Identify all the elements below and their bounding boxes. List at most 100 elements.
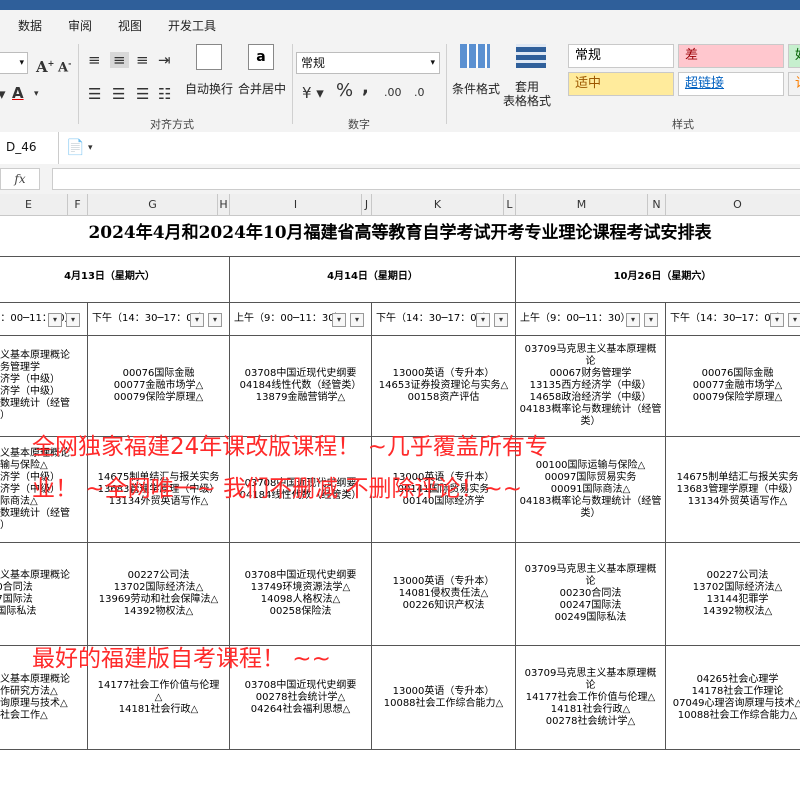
- course-line: 00091国际商法△: [550, 483, 631, 495]
- table-format-button[interactable]: 套用 表格格式: [503, 80, 551, 108]
- exam-cell[interactable]: 00076国际金融 00077金融市场学△ 00079保险学原理△: [88, 336, 230, 437]
- exam-cell[interactable]: 主义基本原理概论30合同法47国际法9国际私法: [0, 543, 88, 646]
- conditional-format-icon[interactable]: [460, 44, 490, 68]
- comma-style-icon[interactable]: ,: [362, 79, 369, 97]
- font-size-combo[interactable]: ▾: [0, 52, 28, 74]
- filter-dropdown-icon[interactable]: ▾: [626, 313, 640, 327]
- column-header[interactable]: N: [648, 194, 666, 216]
- fill-color-icon[interactable]: ▾: [0, 86, 6, 102]
- exam-cell[interactable]: 03709马克思主义基本原理概论 00230合同法 00247国际法 00249国际私…: [516, 543, 666, 646]
- style-good[interactable]: 好: [788, 44, 800, 68]
- font-color-icon[interactable]: A: [12, 85, 24, 101]
- exam-cell[interactable]: 13000英语（专升本） 14081侵权责任法△ 00226知识产权法: [372, 543, 516, 646]
- exam-cell[interactable]: 03708中国近现代史纲要 13749环境资源法学△ 14098人格权法△ 00258…: [230, 543, 372, 646]
- exam-cell[interactable]: 00227公司法 13702国际经济法△ 13969劳动和社会保障法△ 14392物权…: [88, 543, 230, 646]
- course-line: 14177社会工作价值与伦理△: [525, 691, 656, 703]
- course-line: 类）: [580, 507, 601, 519]
- column-header[interactable]: I: [230, 194, 362, 216]
- exam-cell[interactable]: 00227公司法 13702国际经济法△ 13144犯罪学 14392物权法△: [666, 543, 800, 646]
- filter-dropdown-icon[interactable]: ▾: [494, 313, 508, 327]
- exam-cell[interactable]: 13000英语（专升本） 14653证券投资理论与实务△ 00158资产评估: [372, 336, 516, 437]
- merge-center-icon[interactable]: a: [248, 44, 274, 70]
- course-line: 00077金融市场学△: [692, 380, 783, 391]
- exam-cell[interactable]: 00076国际金融 00077金融市场学△ 00079保险学原理△: [666, 336, 800, 437]
- column-header[interactable]: H: [218, 194, 230, 216]
- wrap-text-icon[interactable]: [196, 44, 222, 70]
- filter-dropdown-icon[interactable]: ▾: [476, 313, 490, 327]
- note-icon[interactable]: 📄: [66, 139, 85, 155]
- filter-dropdown-icon[interactable]: ▾: [770, 313, 784, 327]
- percent-icon[interactable]: %: [336, 82, 353, 100]
- indent-icon[interactable]: ⇥: [158, 52, 171, 68]
- style-bad[interactable]: 差: [678, 44, 784, 68]
- exam-cell[interactable]: 14675制单结汇与报关实务 13683管理学原理（中级） 13134外贸英语写作△: [666, 437, 800, 543]
- name-box-bar: D_46 📄 ▾: [0, 132, 800, 165]
- exam-cell[interactable]: 03709马克思主义基本原理概论 14177社会工作价值与伦理△ 14181社会行政…: [516, 646, 666, 750]
- merge-center-button[interactable]: 合并居中: [238, 80, 286, 97]
- conditional-format-button[interactable]: 条件格式: [452, 80, 500, 97]
- style-calculation[interactable]: 计: [788, 72, 800, 96]
- name-box[interactable]: D_46: [6, 140, 37, 154]
- style-normal[interactable]: 常规: [568, 44, 674, 68]
- column-header[interactable]: M: [516, 194, 648, 216]
- course-line: 03708中国近现代史纲要: [244, 570, 357, 581]
- course-line: 00158资产评估: [407, 392, 480, 403]
- exam-cell[interactable]: 03709马克思主义基本原理概论 00067财务管理学 13135西方经济学（中级）…: [516, 336, 666, 437]
- name-box-dropdown-icon[interactable]: ▾: [88, 140, 93, 156]
- decrease-decimal-icon[interactable]: .0: [414, 85, 425, 101]
- tab-data[interactable]: 数据: [18, 17, 42, 34]
- column-header[interactable]: G: [88, 194, 218, 216]
- exam-cell[interactable]: 04265社会心理学 14178社会工作理论 07049心理咨询原理与技术△ 1008…: [666, 646, 800, 750]
- align-top-icon[interactable]: ≡: [88, 52, 101, 68]
- align-left-icon[interactable]: ☰: [88, 86, 101, 102]
- wrap-text-button[interactable]: 自动换行: [185, 80, 233, 97]
- filter-dropdown-icon[interactable]: ▾: [788, 313, 800, 327]
- distribute-icon[interactable]: ☷: [158, 86, 171, 102]
- column-header[interactable]: F: [68, 194, 88, 216]
- tab-developer[interactable]: 开发工具: [168, 17, 216, 34]
- column-header[interactable]: K: [372, 194, 504, 216]
- filter-dropdown-icon[interactable]: ▾: [48, 313, 62, 327]
- align-right-icon[interactable]: ☰: [136, 86, 149, 102]
- fx-button[interactable]: fx: [0, 168, 40, 190]
- filter-dropdown-icon[interactable]: ▾: [350, 313, 364, 327]
- number-format-combo[interactable]: 常规 ▾: [296, 52, 440, 74]
- column-header[interactable]: L: [504, 194, 516, 216]
- decrease-font-icon[interactable]: A-: [58, 55, 71, 76]
- course-line: 工作研究方法△: [0, 685, 58, 697]
- course-line: 00076国际金融: [122, 368, 195, 379]
- filter-dropdown-icon[interactable]: ▾: [190, 313, 204, 327]
- exam-cell[interactable]: 03708中国近现代史纲要 04184线性代数（经管类） 13879金融营销学△: [230, 336, 372, 437]
- increase-font-icon[interactable]: A+: [36, 55, 54, 75]
- exam-cell[interactable]: 主义基本原理概论财务管理学经济学（中级）经济学（中级）与数理统计（经管类）: [0, 336, 88, 437]
- course-line: 00247国际法: [559, 600, 622, 611]
- align-middle-icon[interactable]: ≡: [110, 52, 129, 68]
- time-slot-label: 0：00─11：30）: [0, 313, 75, 324]
- column-header[interactable]: J: [362, 194, 372, 216]
- currency-icon[interactable]: ¥ ▾: [302, 85, 324, 101]
- exam-cell[interactable]: 13000英语（专升本） 10088社会工作综合能力△: [372, 646, 516, 750]
- day-header: 4月13日（星期六）: [0, 256, 230, 302]
- course-line: 00100国际运输与保险△: [535, 459, 646, 471]
- formula-input[interactable]: [52, 168, 800, 190]
- filter-dropdown-icon[interactable]: ▾: [208, 313, 222, 327]
- day-header: 4月14日（星期日）: [230, 256, 516, 302]
- font-color-dropdown-icon[interactable]: ▾: [34, 86, 39, 102]
- align-center-icon[interactable]: ☰: [112, 86, 125, 102]
- column-header[interactable]: O: [666, 194, 800, 216]
- filter-dropdown-icon[interactable]: ▾: [66, 313, 80, 327]
- column-header[interactable]: E: [0, 194, 68, 216]
- filter-dropdown-icon[interactable]: ▾: [332, 313, 346, 327]
- table-format-icon[interactable]: [516, 44, 546, 68]
- course-line: 00258保险法: [269, 606, 332, 617]
- style-neutral[interactable]: 适中: [568, 72, 674, 96]
- course-line: 00227公司法: [706, 570, 769, 581]
- course-line: 14392物权法△: [702, 606, 773, 617]
- increase-decimal-icon[interactable]: .00: [384, 85, 402, 101]
- tab-review[interactable]: 审阅: [68, 17, 92, 34]
- formula-bar: fx: [0, 164, 800, 194]
- align-bottom-icon[interactable]: ≡: [136, 52, 149, 68]
- tab-view[interactable]: 视图: [118, 17, 142, 34]
- filter-dropdown-icon[interactable]: ▾: [644, 313, 658, 327]
- style-hyperlink[interactable]: 超链接: [678, 72, 784, 96]
